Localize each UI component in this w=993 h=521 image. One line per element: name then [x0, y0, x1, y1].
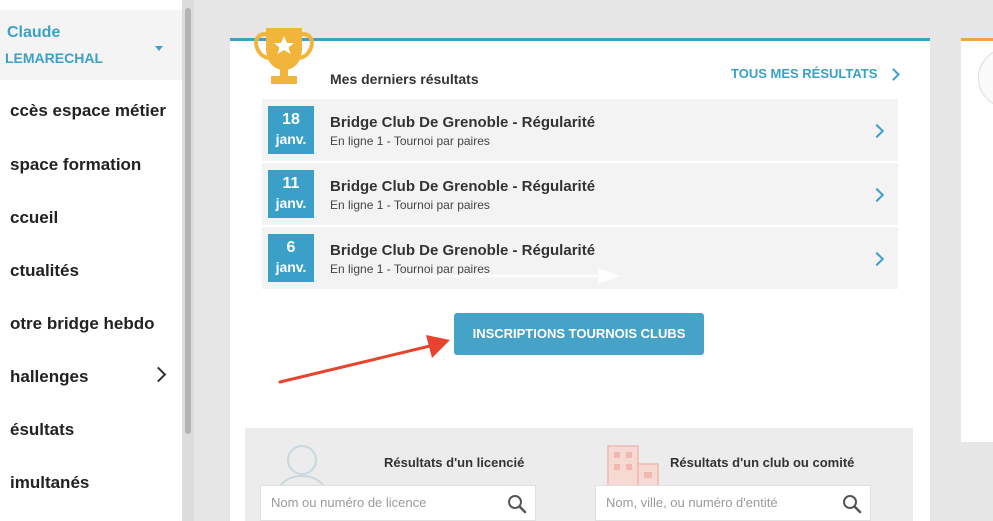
all-results-link[interactable]: TOUS MES RÉSULTATS [731, 66, 877, 81]
sidebar-item-bridge-hebdo[interactable]: otre bridge hebdo [0, 304, 182, 344]
inscriptions-tournois-button[interactable]: INSCRIPTIONS TOURNOIS CLUBS [454, 313, 704, 355]
sidebar-item-label: ccès espace métier [10, 101, 166, 120]
sidebar-item-resultats[interactable]: ésultats [0, 410, 182, 450]
licencie-search-label: Résultats d'un licencié [384, 455, 525, 470]
sidebar-item-label: ésultats [10, 420, 75, 439]
user-menu[interactable]: Claude LEMARECHAL [0, 10, 182, 80]
result-subtitle: En ligne 1 - Tournoi par paires [330, 198, 490, 212]
sidebar: Claude LEMARECHAL ccès espace métier spa… [0, 0, 182, 521]
date-month: janv. [275, 259, 307, 275]
date-badge: 18 janv. [268, 106, 314, 154]
sidebar-item-espace-formation[interactable]: space formation [0, 145, 182, 185]
result-row[interactable]: 18 janv. Bridge Club De Grenoble - Régul… [262, 99, 898, 161]
result-title: Bridge Club De Grenoble - Régularité [330, 242, 596, 259]
sidebar-item-label: otre bridge hebdo [10, 314, 155, 333]
chevron-right-icon[interactable] [869, 251, 885, 267]
chevron-right-icon[interactable] [869, 123, 885, 139]
date-badge: 6 janv. [268, 234, 314, 282]
sidebar-item-label: ctualités [10, 261, 79, 280]
sidebar-item-challenges[interactable]: hallenges [0, 357, 182, 397]
result-title: Bridge Club De Grenoble - Régularité [330, 114, 596, 131]
date-day: 18 [282, 111, 300, 128]
user-last-name: LEMARECHAL [5, 50, 103, 66]
sidebar-item-label: space formation [10, 155, 142, 174]
date-day: 6 [286, 239, 296, 256]
search-icon[interactable] [507, 494, 527, 514]
results-title: Mes derniers résultats [330, 71, 479, 87]
date-badge: 11 janv. [268, 170, 314, 218]
search-icon[interactable] [842, 494, 862, 514]
result-title: Bridge Club De Grenoble - Régularité [330, 178, 596, 195]
faint-arrow-overlay [402, 268, 620, 284]
result-row[interactable]: 11 janv. Bridge Club De Grenoble - Régul… [262, 163, 898, 225]
sidebar-item-accueil[interactable]: ccueil [0, 198, 182, 238]
chevron-right-icon [150, 366, 167, 383]
date-day: 11 [282, 175, 300, 192]
licencie-search-input[interactable] [271, 495, 491, 510]
date-month: janv. [275, 131, 307, 147]
sidebar-item-label: ccueil [10, 208, 59, 227]
sidebar-item-simultanes[interactable]: imultanés [0, 463, 182, 503]
sidebar-item-label: imultanés [10, 473, 90, 492]
sidebar-item-label: hallenges [10, 367, 89, 386]
sidebar-item-actualites[interactable]: ctualités [0, 251, 182, 291]
club-search-label: Résultats d'un club ou comité [670, 455, 855, 470]
annotation-arrow [278, 335, 450, 384]
chevron-right-icon[interactable] [869, 187, 885, 203]
caret-down-icon[interactable] [155, 46, 163, 51]
date-month: janv. [275, 195, 307, 211]
sidebar-scrollbar-thumb[interactable] [185, 8, 191, 434]
club-search-field[interactable] [595, 485, 871, 521]
trophy-icon [254, 28, 314, 84]
result-subtitle: En ligne 1 - Tournoi par paires [330, 134, 490, 148]
user-first-name: Claude [7, 24, 61, 41]
licencie-search-field[interactable] [260, 485, 536, 521]
club-search-input[interactable] [606, 495, 826, 510]
sidebar-item-espace-metier[interactable]: ccès espace métier [0, 91, 182, 131]
